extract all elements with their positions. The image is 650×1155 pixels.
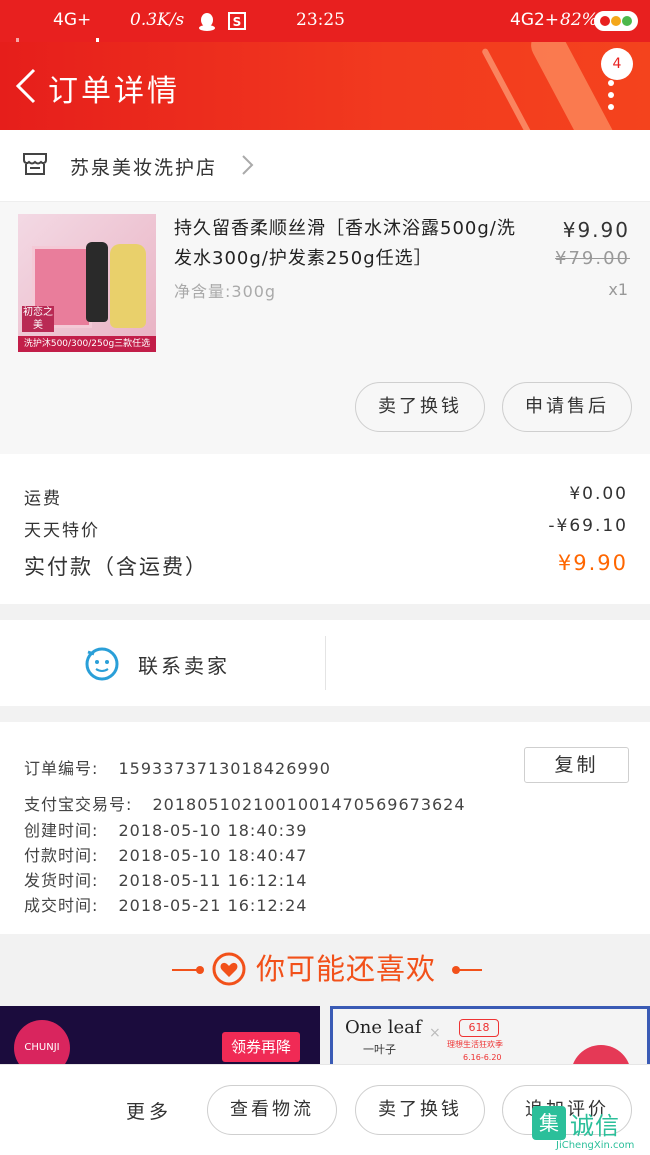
copy-button[interactable]: 复制 xyxy=(524,747,629,783)
more-button[interactable]: 更多 xyxy=(126,1097,172,1124)
product-quantity: x1 xyxy=(608,280,628,299)
network-speed: 0.3K/s xyxy=(130,10,185,30)
paid-time-value: 2018-05-10 18:40:47 xyxy=(118,846,308,865)
shipped-time-label: 发货时间: xyxy=(24,871,99,890)
discount-label: 天天特价 xyxy=(24,521,100,541)
notification-badge[interactable]: 4 xyxy=(601,48,633,80)
battery-percent: 82% xyxy=(560,10,598,30)
shipped-time-value: 2018-05-11 16:12:14 xyxy=(118,871,308,890)
total-label: 实付款（含运费） xyxy=(24,555,208,579)
product-price: ¥9.90 xyxy=(562,218,630,242)
watermark-logo-icon: 集 xyxy=(532,1106,566,1140)
network-type-right: 4G2+ xyxy=(510,10,560,30)
s-app-icon: S xyxy=(228,12,246,35)
alipay-number-value: 2018051021001001470569673624 xyxy=(152,795,466,814)
shipped-time-row: 发货时间: 2018-05-11 16:12:14 xyxy=(24,867,307,891)
chat-bubble-icon[interactable] xyxy=(84,646,120,686)
watermark-text: 诚信 xyxy=(570,1112,620,1140)
price-summary: 运费 ¥0.00 天天特价 -¥69.10 实付款（含运费） ¥9.90 xyxy=(0,454,650,604)
created-time-row: 创建时间: 2018-05-10 18:40:39 xyxy=(24,817,307,841)
total-value: ¥9.90 xyxy=(557,551,628,575)
order-number-label: 订单编号: xyxy=(24,759,99,778)
brand-name: One leaf xyxy=(345,1017,422,1038)
brand-name-cn: 一叶子 xyxy=(363,1043,396,1056)
network-type-left: 4G+ xyxy=(53,10,92,30)
status-bar: 4G+ 0.3K/s S 23:25 4G2+ 82% xyxy=(0,0,650,104)
product-card[interactable]: 初恋之美 洗护沐500/300/250g三款任选 持久留香柔顺丝滑［香水沐浴露5… xyxy=(0,202,650,454)
created-time-label: 创建时间: xyxy=(24,821,99,840)
paid-time-row: 付款时间: 2018-05-10 18:40:47 xyxy=(24,842,307,866)
more-menu-icon[interactable] xyxy=(608,80,616,116)
product-spec: 净含量:300g xyxy=(174,282,277,301)
brand-logo: CHUNJI xyxy=(14,1020,70,1068)
header-bar: 订单详情 4 xyxy=(0,42,650,130)
product-image-label: 初恋之美 xyxy=(22,306,54,332)
contact-seller-button[interactable]: 联系卖家 xyxy=(138,650,230,679)
store-icon xyxy=(22,152,48,180)
svg-text:S: S xyxy=(233,15,242,29)
coupon-badge: 领券再降 xyxy=(222,1032,300,1062)
completed-time-label: 成交时间: xyxy=(24,896,99,915)
recommend-banner-left[interactable]: CHUNJI 领券再降 xyxy=(0,1006,320,1068)
shipping-label: 运费 xyxy=(24,489,62,509)
promo-subtitle: 理想生活狂欢季 xyxy=(447,1040,503,1049)
view-logistics-button[interactable]: 查看物流 xyxy=(207,1085,337,1135)
order-info: 订单编号: 1593373713018426990 复制 支付宝交易号: 201… xyxy=(0,722,650,934)
shipping-value: ¥0.00 xyxy=(569,484,628,504)
alipay-number-label: 支付宝交易号: xyxy=(24,795,133,814)
alipay-number-row: 支付宝交易号: 2018051021001001470569673624 xyxy=(24,791,466,815)
watermark-url: JiChengXin.com xyxy=(556,1140,635,1151)
product-image[interactable]: 初恋之美 洗护沐500/300/250g三款任选 xyxy=(18,214,156,352)
promo-badge: 618 xyxy=(459,1019,499,1037)
sell-for-money-button-bottom[interactable]: 卖了换钱 xyxy=(355,1085,485,1135)
recommend-header: 你可能还喜欢 xyxy=(0,934,650,1006)
discount-row: 天天特价 -¥69.10 xyxy=(24,516,628,541)
order-number-row: 订单编号: 1593373713018426990 xyxy=(24,755,331,779)
heart-icon xyxy=(212,952,246,990)
completed-time-row: 成交时间: 2018-05-21 16:12:24 xyxy=(24,892,307,916)
qq-icon xyxy=(198,11,216,36)
product-original-price: ¥79.00 xyxy=(555,248,630,269)
product-title: 持久留香柔顺丝滑［香水沐浴露500g/洗发水300g/护发素250g任选］ xyxy=(174,218,516,269)
chevron-right-icon xyxy=(240,154,254,180)
apply-after-sale-button[interactable]: 申请售后 xyxy=(502,382,632,432)
created-time-value: 2018-05-10 18:40:39 xyxy=(118,821,308,840)
sell-for-money-button[interactable]: 卖了换钱 xyxy=(355,382,485,432)
battery-icon xyxy=(594,11,638,31)
recommend-title: 你可能还喜欢 xyxy=(256,952,437,986)
page-title: 订单详情 xyxy=(48,74,180,109)
divider xyxy=(325,636,326,690)
contact-seller-section: 联系卖家 xyxy=(0,620,650,706)
clock: 23:25 xyxy=(296,10,345,30)
completed-time-value: 2018-05-21 16:12:24 xyxy=(118,896,308,915)
order-number-value: 1593373713018426990 xyxy=(118,759,331,778)
back-arrow-icon[interactable] xyxy=(14,68,38,104)
store-row[interactable]: 苏泉美妆洗护店 xyxy=(0,130,650,202)
site-watermark: 集 诚信 JiChengXin.com xyxy=(530,1106,646,1152)
shipping-row: 运费 ¥0.00 xyxy=(24,484,628,509)
product-image-tag: 洗护沐500/300/250g三款任选 xyxy=(18,336,156,352)
recommend-banner-right[interactable]: One leaf 一叶子 × 618 理想生活狂欢季 6.16-6.20 xyxy=(330,1006,650,1068)
total-row: 实付款（含运费） ¥9.90 xyxy=(24,551,628,581)
paid-time-label: 付款时间: xyxy=(24,846,99,865)
discount-value: -¥69.10 xyxy=(548,516,628,536)
promo-date: 6.16-6.20 xyxy=(463,1053,502,1062)
store-name: 苏泉美妆洗护店 xyxy=(70,157,218,179)
